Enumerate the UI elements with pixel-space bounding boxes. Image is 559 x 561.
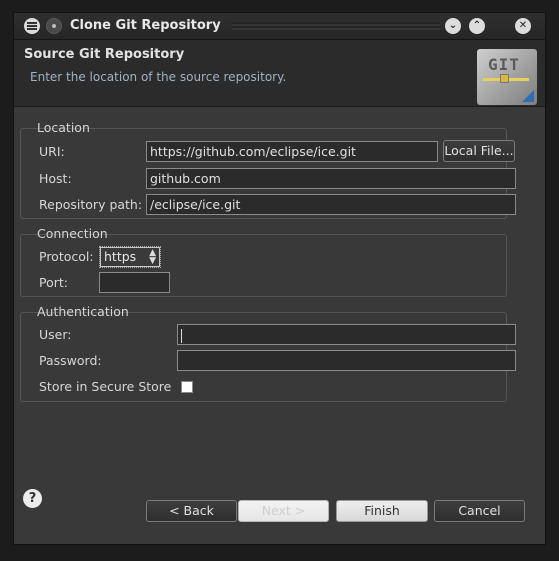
git-logo-text: GIT <box>488 55 520 74</box>
secure-store-label: Store in Secure Store <box>39 379 172 394</box>
close-icon[interactable]: ✕ <box>515 18 531 34</box>
uri-input[interactable]: https://github.com/eclipse/ice.git <box>146 141 438 162</box>
port-label: Port: <box>39 275 68 290</box>
connection-group-label: Connection <box>37 226 108 241</box>
host-label: Host: <box>39 171 72 186</box>
port-input[interactable] <box>99 272 170 293</box>
maximize-icon[interactable]: ⌃ <box>469 18 485 34</box>
cancel-button[interactable]: Cancel <box>434 500 525 522</box>
repository-path-input[interactable]: /eclipse/ice.git <box>146 194 516 215</box>
password-input[interactable] <box>177 350 516 371</box>
local-file-button[interactable]: Local File... <box>443 140 515 162</box>
connection-group <box>20 234 507 297</box>
chevron-updown-icon: ▲ ▼ <box>149 248 156 266</box>
title-bar[interactable]: Clone Git Repository ⌄ ⌃ ✕ <box>14 13 545 40</box>
host-input[interactable]: github.com <box>146 168 516 189</box>
git-logo-dot <box>500 74 509 83</box>
help-icon[interactable]: ? <box>23 489 42 508</box>
user-label: User: <box>39 327 72 342</box>
wizard-header: Source Git Repository Enter the location… <box>14 40 545 107</box>
title-grip <box>232 22 440 30</box>
minimize-icon[interactable]: ⌄ <box>445 18 461 34</box>
window-title: Clone Git Repository <box>70 18 221 33</box>
authentication-group-label: Authentication <box>37 304 129 319</box>
protocol-select-value: https <box>104 249 137 264</box>
page-title: Source Git Repository <box>24 47 185 62</box>
finish-button[interactable]: Finish <box>336 500 428 522</box>
text-cursor <box>181 328 182 343</box>
user-input[interactable] <box>177 324 516 345</box>
window-menu-icon[interactable] <box>24 18 40 34</box>
secure-store-checkbox[interactable] <box>181 381 193 393</box>
next-button[interactable]: Next > <box>238 500 329 522</box>
uri-label: URI: <box>39 144 65 159</box>
protocol-label: Protocol: <box>39 249 94 264</box>
window-shade-icon[interactable] <box>46 18 62 34</box>
git-logo-icon: GIT <box>477 49 537 105</box>
page-subtitle: Enter the location of the source reposit… <box>30 70 287 84</box>
protocol-select[interactable]: https ▲ ▼ <box>99 246 161 268</box>
location-group-label: Location <box>37 120 90 135</box>
password-label: Password: <box>39 353 102 368</box>
git-logo-corner <box>522 90 534 102</box>
repository-path-label: Repository path: <box>39 197 143 212</box>
back-button[interactable]: < Back <box>146 500 237 522</box>
